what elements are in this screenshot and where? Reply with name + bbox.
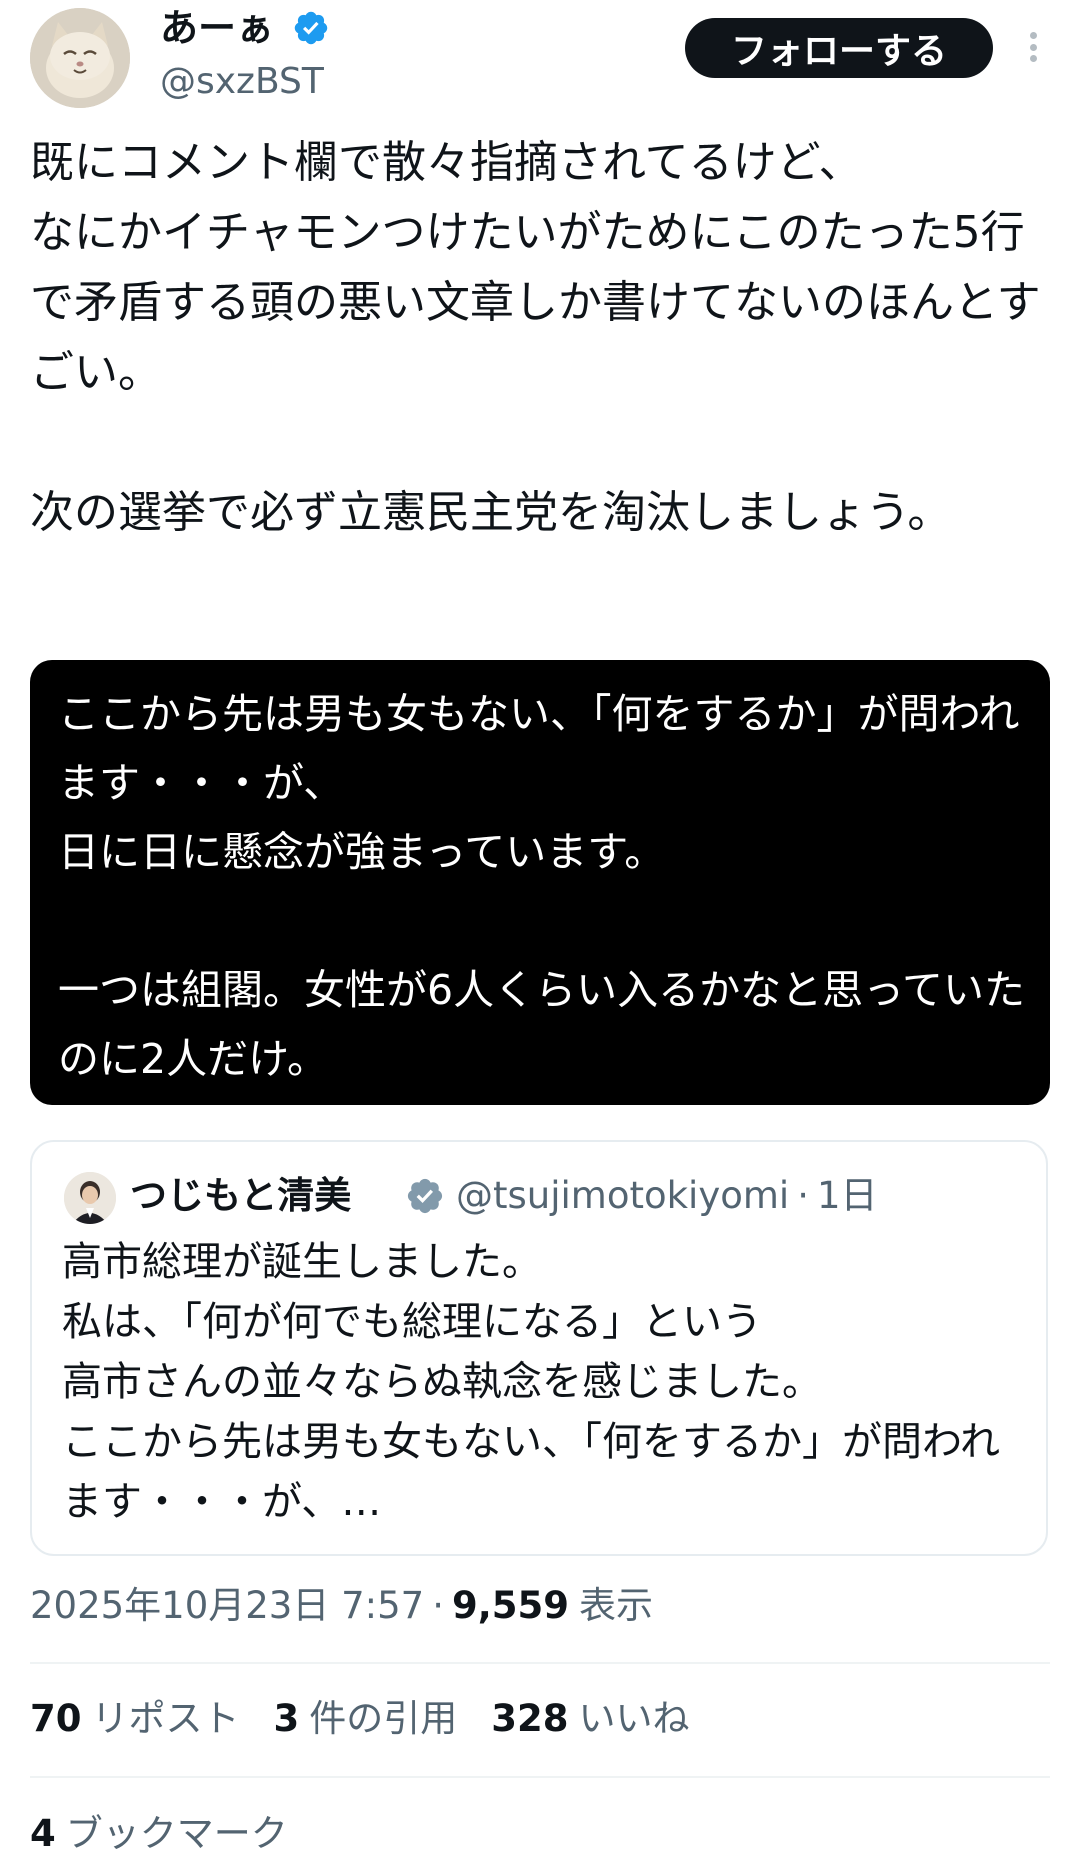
media-image-text: ここから先は男も女もない、「何をするか」が問われます・・・が、 日に日に懸念が強… — [58, 690, 1026, 1083]
quotes-stat[interactable]: 3 件の引用 — [274, 1693, 458, 1745]
bookmarks-stat[interactable]: 4 ブックマーク — [30, 1808, 288, 1860]
author-avatar[interactable] — [30, 8, 130, 108]
quote-separator: · — [797, 1174, 809, 1217]
likes-stat[interactable]: 328 いいね — [491, 1693, 689, 1745]
tweet-timestamp[interactable]: 2025年10月23日 7:57 — [30, 1584, 424, 1627]
verified-badge-icon — [294, 11, 328, 45]
author-display-name[interactable]: あーぁ — [160, 2, 274, 54]
divider — [30, 1776, 1050, 1778]
quotes-label: 件の引用 — [309, 1697, 458, 1740]
verified-gray-badge-icon — [407, 1178, 443, 1214]
quote-meta: @tsujimotokiyomi · 1日 — [456, 1166, 878, 1226]
cat-avatar-icon — [30, 8, 130, 108]
quoted-tweet[interactable]: つじもと清美 @tsujimotokiyomi · 1日 高市総理が誕生しました。 … — [30, 1140, 1048, 1556]
tweet-text: 既にコメント欄で散々指摘されてるけど、 なにかイチャモンつけたいがためにこのたっ… — [30, 137, 1041, 538]
quote-text: 高市総理が誕生しました。 私は、「何が何でも総理になる」という 高市さんの並々な… — [62, 1239, 1000, 1525]
views-count: 9,559 — [451, 1584, 569, 1627]
divider — [30, 1662, 1050, 1664]
person-avatar-icon — [64, 1172, 116, 1224]
bookmarks-label: ブックマーク — [65, 1812, 288, 1855]
reposts-count: 70 — [30, 1697, 82, 1740]
bookmarks-count: 4 — [30, 1812, 56, 1855]
quote-author-handle: @tsujimotokiyomi — [456, 1174, 790, 1217]
tweet-media-image[interactable]: ここから先は男も女もない、「何をするか」が問われます・・・が、 日に日に懸念が強… — [30, 660, 1050, 1105]
reposts-label: リポスト — [91, 1697, 240, 1740]
author-handle[interactable]: @sxzBST — [160, 58, 324, 106]
likes-label: いいね — [578, 1697, 690, 1740]
tweet-timestamp-line: 2025年10月23日 7:57 · 9,559 表示 — [30, 1580, 653, 1632]
quotes-count: 3 — [273, 1697, 300, 1740]
more-vertical-icon[interactable] — [1018, 20, 1048, 74]
quote-time: 1日 — [816, 1174, 878, 1217]
meta-separator: · — [432, 1584, 444, 1627]
follow-button[interactable]: フォローする — [685, 18, 993, 78]
views-label: 表示 — [579, 1584, 653, 1627]
quote-author-name: つじもと清美 — [130, 1174, 352, 1217]
likes-count: 328 — [491, 1697, 569, 1740]
reposts-stat[interactable]: 70 リポスト — [30, 1693, 240, 1745]
quote-author-avatar — [64, 1172, 116, 1224]
engagement-stats: 70 リポスト 3 件の引用 328 いいね — [30, 1693, 689, 1745]
